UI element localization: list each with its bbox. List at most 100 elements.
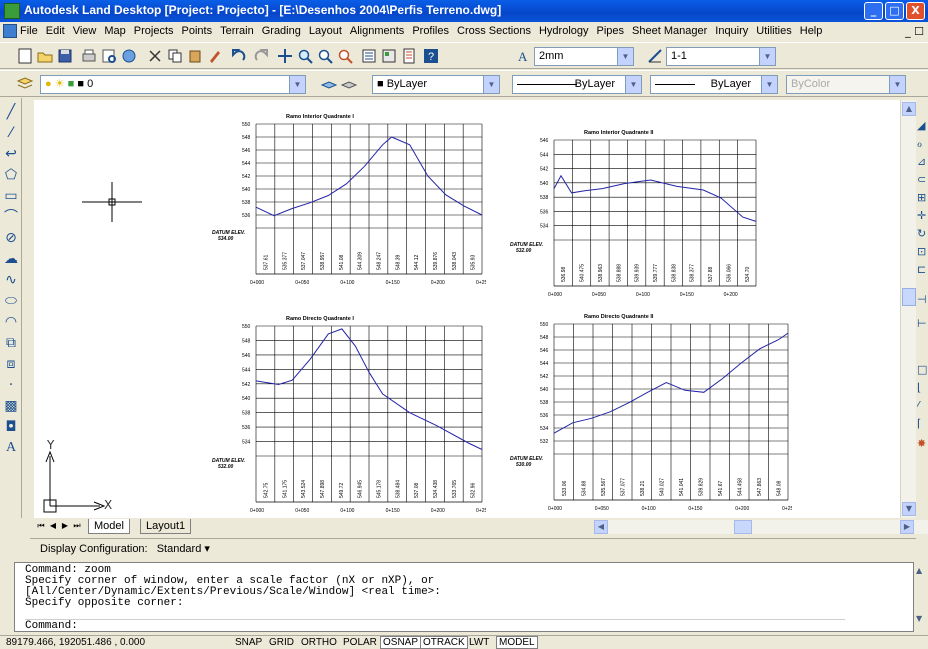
tab-layout1[interactable]: Layout1 — [140, 519, 192, 534]
design-center-icon[interactable] — [380, 47, 398, 65]
insert-block-icon[interactable]: ⧉ — [3, 335, 19, 351]
maximize-button[interactable]: □ — [885, 2, 904, 20]
text-style-icon[interactable]: A — [514, 47, 532, 65]
last-tab-icon[interactable]: ⏭ — [72, 520, 82, 532]
text-height-select[interactable]: 2mm ▼ — [534, 47, 634, 66]
ellipse-icon[interactable]: ⬭ — [3, 293, 19, 309]
status-grid-button[interactable]: GRID — [266, 636, 297, 649]
move-icon[interactable]: ✛ — [917, 210, 928, 222]
spline-icon[interactable]: ∿ — [3, 272, 19, 288]
join-icon[interactable]: ⌊ — [917, 382, 928, 394]
region-icon[interactable]: ◘ — [3, 419, 19, 435]
status-ortho-button[interactable]: ORTHO — [298, 636, 340, 649]
properties-icon[interactable] — [360, 47, 378, 65]
minimize-button[interactable]: _ — [864, 2, 883, 20]
menu-projects[interactable]: Projects — [134, 25, 174, 37]
save-icon[interactable] — [56, 47, 74, 65]
tab-model[interactable]: Model — [88, 519, 130, 534]
command-input[interactable]: Command: — [25, 619, 845, 632]
scale-icon[interactable] — [646, 47, 664, 65]
pan-icon[interactable] — [276, 47, 294, 65]
app-icon[interactable] — [4, 3, 20, 19]
scroll-down-button[interactable]: ▼ — [916, 614, 922, 623]
scale-select[interactable]: 1-1 ▼ — [666, 47, 776, 66]
arc-icon[interactable]: ⌒ — [3, 209, 19, 225]
point-icon[interactable]: · — [3, 377, 19, 393]
scroll-left-button[interactable]: ◀ — [594, 520, 608, 534]
scroll-up-button[interactable]: ▲ — [902, 102, 916, 116]
multiline-text-icon[interactable]: A — [3, 440, 19, 456]
status-model-button[interactable]: MODEL — [496, 636, 538, 649]
open-icon[interactable] — [36, 47, 54, 65]
menu-alignments[interactable]: Alignments — [350, 25, 404, 37]
menu-edit[interactable]: Edit — [46, 25, 65, 37]
horizontal-scrollbar[interactable]: ◀ ▶ — [594, 520, 928, 534]
stretch-icon[interactable]: ⊏ — [917, 264, 928, 276]
menu-grading[interactable]: Grading — [262, 25, 301, 37]
menu-profiles[interactable]: Profiles — [412, 25, 449, 37]
layer-manager-icon[interactable] — [16, 75, 34, 93]
hatch-icon[interactable]: ▩ — [3, 398, 19, 414]
scroll-right-button[interactable]: ▶ — [900, 520, 914, 534]
vertical-scroll-thumb[interactable] — [902, 288, 916, 306]
chevron-down-icon[interactable]: ▾ — [204, 543, 210, 555]
menu-terrain[interactable]: Terrain — [220, 25, 254, 37]
prev-tab-icon[interactable]: ◀ — [48, 520, 58, 532]
rotate-icon[interactable]: ↻ — [917, 228, 928, 240]
scale-object-icon[interactable]: ⊡ — [917, 246, 928, 258]
ellipse-arc-icon[interactable]: ◠ — [3, 314, 19, 330]
menu-points[interactable]: Points — [182, 25, 213, 37]
make-layer-current-icon[interactable] — [320, 75, 338, 93]
close-button[interactable]: X — [906, 2, 925, 20]
status-osnap-button[interactable]: OSNAP — [380, 636, 422, 649]
copy-object-icon[interactable]: ℴ — [917, 138, 928, 150]
break-icon[interactable]: □ — [917, 364, 928, 376]
copy-icon[interactable] — [166, 47, 184, 65]
document-icon[interactable] — [3, 24, 17, 38]
menu-sheet-manager[interactable]: Sheet Manager — [632, 25, 707, 37]
zoom-window-icon[interactable] — [316, 47, 334, 65]
status-lwt-button[interactable]: LWT — [466, 636, 492, 649]
command-window[interactable]: Command: zoom Specify corner of window, … — [14, 562, 914, 632]
polygon-icon[interactable]: ⬠ — [3, 167, 19, 183]
zoom-previous-icon[interactable] — [336, 47, 354, 65]
menu-file[interactable]: File — [20, 25, 38, 37]
extend-icon[interactable]: ⊢ — [917, 318, 928, 330]
status-polar-button[interactable]: POLAR — [340, 636, 380, 649]
status-otrack-button[interactable]: OTRACK — [420, 636, 468, 649]
circle-icon[interactable]: ⊘ — [3, 230, 19, 246]
menu-pipes[interactable]: Pipes — [597, 25, 625, 37]
menu-view[interactable]: View — [73, 25, 97, 37]
menu-cross-sections[interactable]: Cross Sections — [457, 25, 531, 37]
offset-icon[interactable]: ⊂ — [917, 174, 928, 186]
match-properties-icon[interactable] — [206, 47, 224, 65]
command-scrollbar[interactable]: ▲ ▼ — [916, 566, 928, 626]
horizontal-scroll-thumb[interactable] — [734, 520, 752, 534]
next-tab-icon[interactable]: ▶ — [60, 520, 70, 532]
make-block-icon[interactable]: ⧈ — [3, 356, 19, 372]
explode-icon[interactable]: ✸ — [917, 438, 928, 450]
menu-layout[interactable]: Layout — [309, 25, 342, 37]
linetype-select[interactable]: ByLayer ▼ — [512, 75, 642, 94]
menu-help[interactable]: Help — [800, 25, 823, 37]
cut-icon[interactable] — [146, 47, 164, 65]
erase-icon[interactable]: ◢ — [917, 120, 928, 132]
scroll-down-button[interactable]: ▼ — [902, 502, 916, 516]
title-bar[interactable]: Autodesk Land Desktop [Project: Projecto… — [0, 0, 928, 22]
menu-hydrology[interactable]: Hydrology — [539, 25, 589, 37]
layer-previous-icon[interactable] — [340, 75, 358, 93]
tool-palettes-icon[interactable] — [400, 47, 418, 65]
chamfer-icon[interactable]: ⁄ — [917, 400, 928, 412]
vertical-scrollbar[interactable]: ▲ ▼ — [900, 100, 916, 518]
new-icon[interactable] — [16, 47, 34, 65]
menu-inquiry[interactable]: Inquiry — [715, 25, 748, 37]
plotstyle-select[interactable]: ByColor ▼ — [786, 75, 906, 94]
polyline-icon[interactable]: ↩ — [3, 146, 19, 162]
drawing-area[interactable]: Y X Ramo Interior Quadrante I 550 548 546 54… — [34, 100, 900, 518]
construction-line-icon[interactable]: ⁄ — [3, 125, 19, 141]
revision-cloud-icon[interactable]: ☁ — [3, 251, 19, 267]
paste-icon[interactable] — [186, 47, 204, 65]
trim-icon[interactable]: ⊣ — [917, 294, 928, 306]
help-icon[interactable]: ? — [422, 47, 440, 65]
fillet-icon[interactable]: ⌈ — [917, 418, 928, 430]
